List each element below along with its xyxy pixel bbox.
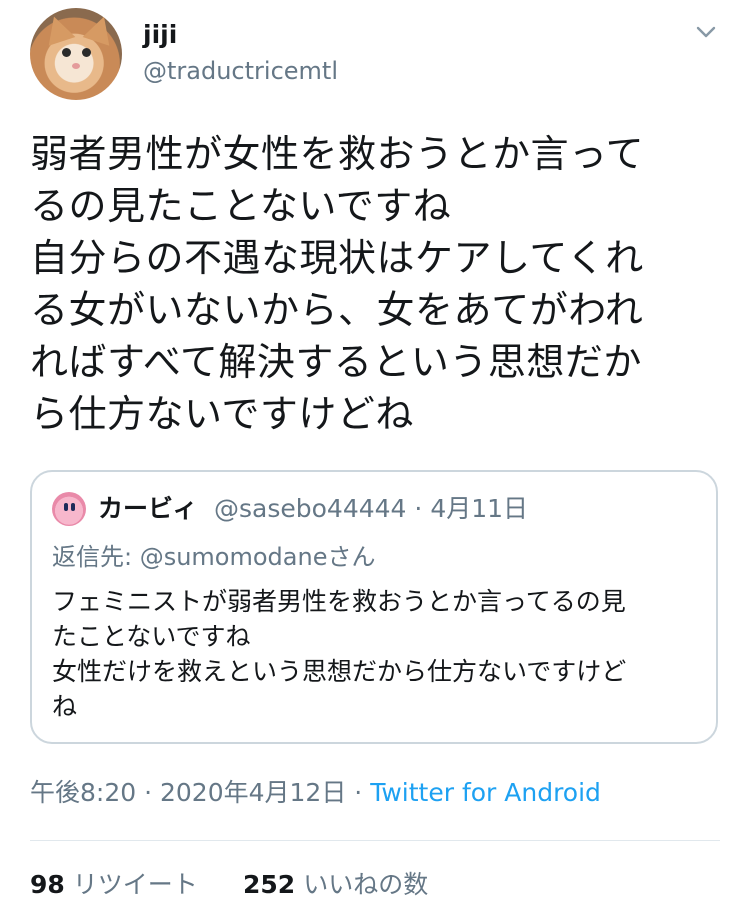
quoted-reply-to[interactable]: 返信先: @sumomodaneさん — [52, 540, 375, 574]
quoted-text-line: ね — [52, 692, 78, 721]
quoted-author-avatar[interactable] — [52, 492, 86, 526]
likes-label: いいねの数 — [303, 870, 429, 899]
author-display-name[interactable]: jiji — [143, 20, 177, 50]
retweets-stat[interactable]: 98 リツイート — [30, 870, 198, 899]
kirby-eye-right — [71, 503, 75, 511]
retweets-label: リツイート — [72, 870, 198, 899]
quoted-author-name[interactable]: カービィ — [98, 492, 198, 526]
tweet-date[interactable]: 2020年4月12日 — [160, 778, 346, 807]
tweet-text: 弱者男性が女性を救おうとか言って るの見たことないですね 自分らの不遇な現状はケ… — [30, 128, 730, 440]
cat-ear-right — [82, 12, 118, 46]
tweet-text-line: 自分らの不遇な現状はケアしてくれ — [30, 236, 644, 280]
quoted-text-line: たことないですね — [52, 622, 251, 651]
meta-separator: · — [144, 778, 153, 807]
tweet-text-line: ら仕方ないですけどね — [30, 392, 414, 436]
cat-eye-left — [62, 48, 71, 57]
quoted-date[interactable]: 4月11日 — [430, 494, 528, 523]
meta-separator: · — [354, 778, 363, 807]
author-avatar[interactable] — [30, 8, 122, 100]
cat-eye-right — [82, 48, 91, 57]
tweet-text-line: ればすべて解決するという思想だか — [30, 340, 642, 384]
quoted-separator: · — [414, 494, 423, 523]
quoted-text-line: フェミニストが弱者男性を救おうとか言ってるの見 — [52, 587, 626, 616]
likes-stat[interactable]: 252 いいねの数 — [243, 868, 428, 902]
tweet-text-line: 弱者男性が女性を救おうとか言って — [30, 132, 645, 176]
tweet-meta: 午後8:20 · 2020年4月12日 · Twitter for Androi… — [30, 776, 601, 810]
tweet-card: jiji @traductricemtl 弱者男性が女性を救おうとか言って るの… — [0, 0, 750, 904]
author-handle[interactable]: @traductricemtl — [143, 56, 338, 86]
tweet-time[interactable]: 午後8:20 — [30, 778, 136, 807]
quoted-author-meta: @sasebo44444 · 4月11日 — [214, 492, 528, 526]
cat-nose — [72, 63, 80, 69]
quoted-text-line: 女性だけを救えという思想だから仕方ないですけど — [52, 657, 627, 686]
tweet-source-link[interactable]: Twitter for Android — [370, 778, 601, 807]
tweet-text-line: る女がいないから、女をあてがわれ — [30, 288, 644, 332]
quoted-author-handle[interactable]: @sasebo44444 — [214, 494, 406, 523]
likes-count: 252 — [243, 870, 296, 899]
tweet-text-line: るの見たことないですね — [30, 184, 452, 228]
quoted-tweet-text: フェミニストが弱者男性を救おうとか言ってるの見 たことないですね 女性だけを救え… — [52, 584, 702, 724]
retweets-count: 98 — [30, 870, 65, 899]
kirby-eye-left — [64, 503, 68, 511]
engagement-stats: 98 リツイート 252 いいねの数 — [30, 868, 428, 902]
quoted-tweet[interactable]: カービィ @sasebo44444 · 4月11日 返信先: @sumomoda… — [30, 470, 718, 744]
divider — [30, 840, 720, 841]
chevron-down-icon[interactable] — [694, 20, 718, 44]
cat-ear-left — [40, 12, 76, 46]
